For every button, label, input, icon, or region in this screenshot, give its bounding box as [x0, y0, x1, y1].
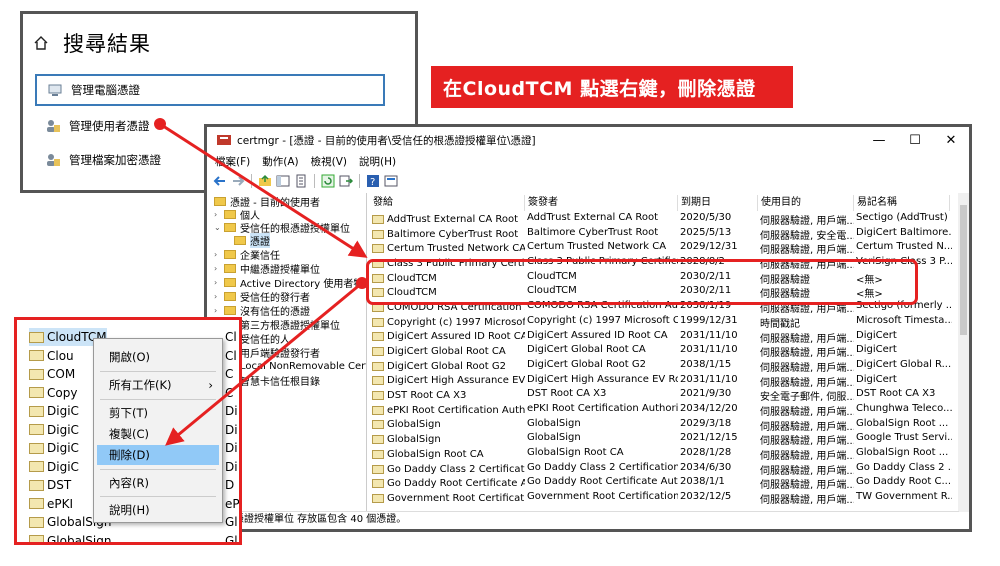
- arrow-to-cloudtcm: [154, 118, 368, 258]
- annotation-arrows: [154, 118, 368, 446]
- arrow-to-delete: [165, 277, 368, 446]
